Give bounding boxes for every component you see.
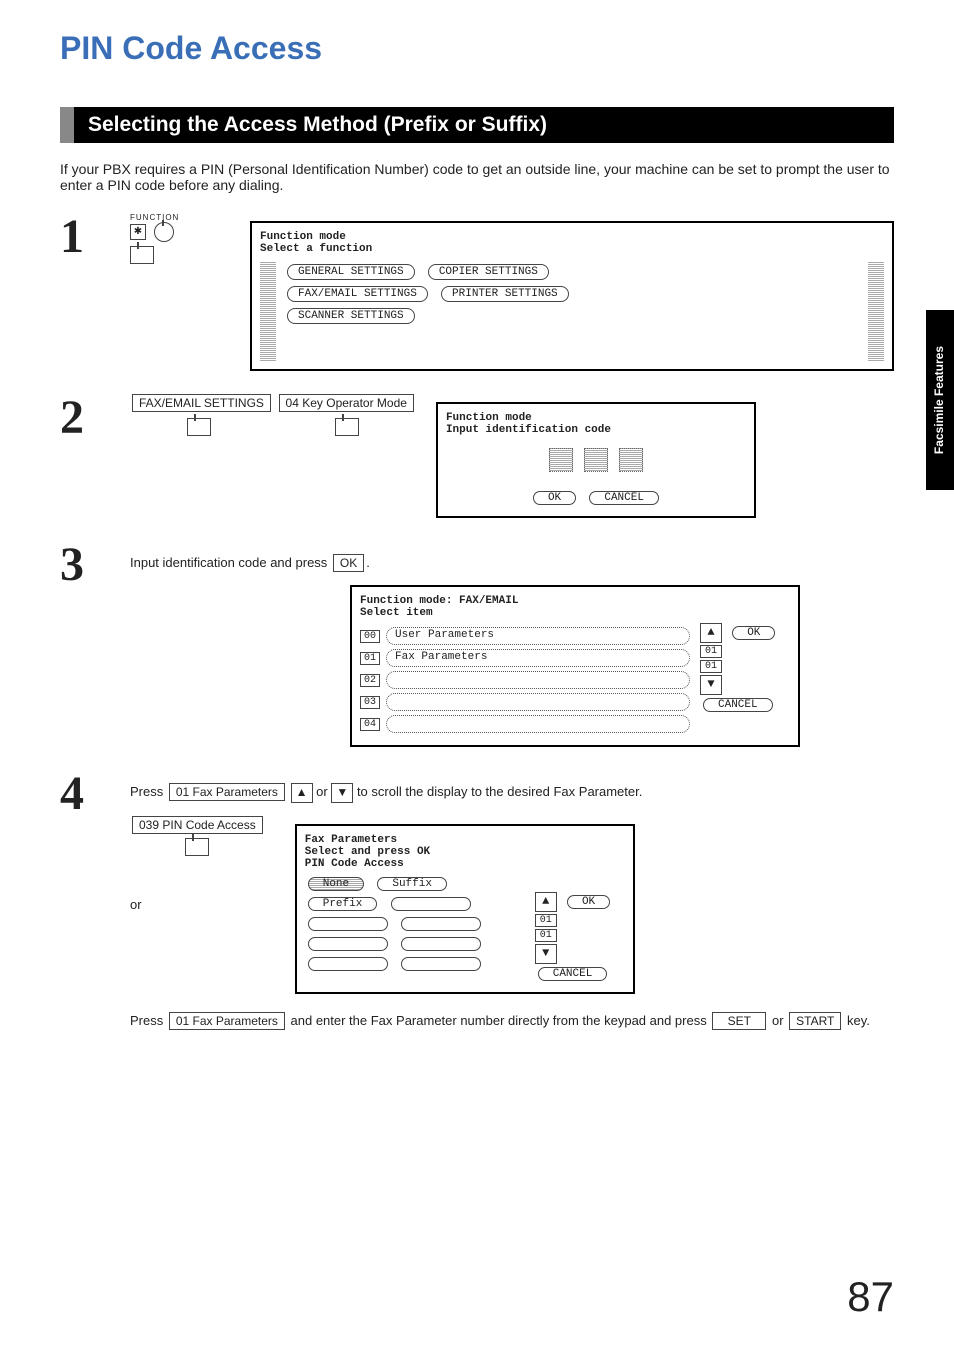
hatch-left <box>260 261 276 361</box>
item-04-label[interactable] <box>386 715 690 733</box>
cancel-button[interactable]: CANCEL <box>538 967 608 981</box>
scanner-settings-button[interactable]: SCANNER SETTINGS <box>287 308 415 324</box>
lcd2-title1: Function mode <box>446 412 746 424</box>
function-label: FUNCTION <box>130 213 250 222</box>
general-settings-button[interactable]: GENERAL SETTINGS <box>287 264 415 280</box>
cancel-button[interactable]: CANCEL <box>589 491 659 505</box>
code-digit[interactable] <box>549 448 573 472</box>
item-02[interactable]: 02 <box>360 674 380 687</box>
lcd-screen-4: Fax Parameters Select and press OK PIN C… <box>295 824 635 994</box>
s4e: Press <box>130 1013 167 1028</box>
press-icon <box>185 838 209 856</box>
s4d: to scroll the display to the desired Fax… <box>357 784 642 799</box>
step3-text-b: . <box>366 555 370 570</box>
item-00-label[interactable]: User Parameters <box>386 627 690 645</box>
option-blank[interactable] <box>401 957 481 971</box>
press-icon <box>130 246 154 264</box>
lcd-screen-3: Function mode: FAX/EMAIL Select item 00 U… <box>350 585 800 747</box>
lcd1-title2: Select a function <box>260 243 884 255</box>
start-key[interactable]: START <box>789 1012 841 1030</box>
faxemail-key[interactable]: FAX/EMAIL SETTINGS <box>132 394 271 412</box>
option-prefix[interactable]: Prefix <box>308 897 378 911</box>
lcd4-title1: Fax Parameters <box>305 834 625 846</box>
item-00[interactable]: 00 <box>360 630 380 643</box>
step3-text-a: Input identification code and press <box>130 555 331 570</box>
option-blank[interactable] <box>401 917 481 931</box>
set-key[interactable]: SET <box>712 1012 766 1030</box>
option-blank[interactable] <box>308 957 388 971</box>
step-number-3: 3 <box>60 541 130 589</box>
hatch-right <box>868 261 884 361</box>
item-01-label[interactable]: Fax Parameters <box>386 649 690 667</box>
option-blank[interactable] <box>308 937 388 951</box>
press-icon <box>187 418 211 436</box>
ok-button[interactable]: OK <box>533 491 576 505</box>
option-blank[interactable] <box>401 937 481 951</box>
item-03-label[interactable] <box>386 693 690 711</box>
scroll-pos: 01 <box>700 660 722 673</box>
item-04[interactable]: 04 <box>360 718 380 731</box>
asterisk-icon: ✱ <box>130 224 146 240</box>
option-suffix[interactable]: Suffix <box>377 877 447 891</box>
option-blank[interactable] <box>308 917 388 931</box>
fax-params-key[interactable]: 01 Fax Parameters <box>169 783 285 801</box>
side-tab-label: Facsimile Features <box>933 346 946 454</box>
pin-access-key[interactable]: 039 PIN Code Access <box>132 816 263 834</box>
step-number-4: 4 <box>60 770 130 818</box>
lcd1-title1: Function mode <box>260 231 884 243</box>
page-title: PIN Code Access <box>60 30 894 67</box>
ok-button[interactable]: OK <box>567 895 610 909</box>
lcd4-title3: PIN Code Access <box>305 858 625 870</box>
lcd3-title2: Select item <box>360 607 790 619</box>
scroll-down-icon[interactable]: ▼ <box>700 675 722 695</box>
lcd4-title2: Select and press OK <box>305 846 625 858</box>
scroll-up-icon[interactable]: ▲ <box>700 623 722 643</box>
item-02-label[interactable] <box>386 671 690 689</box>
press-icon <box>335 418 359 436</box>
intro-text: If your PBX requires a PIN (Personal Ide… <box>60 161 894 193</box>
page-number: 87 <box>847 1273 894 1321</box>
scroll-pos: 01 <box>535 914 557 927</box>
scroll-pos: 01 <box>535 929 557 942</box>
function-icon <box>154 222 174 242</box>
option-none[interactable]: None <box>308 877 364 891</box>
code-digit[interactable] <box>584 448 608 472</box>
side-tab: Facsimile Features <box>926 310 954 490</box>
section-heading: Selecting the Access Method (Prefix or S… <box>60 107 894 143</box>
step-number-1: 1 <box>60 213 130 261</box>
fax-params-key-2[interactable]: 01 Fax Parameters <box>169 1012 285 1030</box>
code-digit[interactable] <box>619 448 643 472</box>
item-01[interactable]: 01 <box>360 652 380 665</box>
item-03[interactable]: 03 <box>360 696 380 709</box>
printer-settings-button[interactable]: PRINTER SETTINGS <box>441 286 569 302</box>
ok-button[interactable]: OK <box>732 626 775 640</box>
scroll-pos: 01 <box>700 645 722 658</box>
up-arrow-icon[interactable]: ▲ <box>291 783 313 803</box>
lcd2-title2: Input identification code <box>446 424 746 436</box>
step-number-2: 2 <box>60 394 130 442</box>
scroll-up-icon[interactable]: ▲ <box>535 892 557 912</box>
lcd-screen-2: Function mode Input identification code … <box>436 402 756 518</box>
scroll-down-icon[interactable]: ▼ <box>535 944 557 964</box>
lcd-screen-1: Function mode Select a function GENERAL … <box>250 221 894 371</box>
option-blank[interactable] <box>391 897 471 911</box>
keyop-key[interactable]: 04 Key Operator Mode <box>279 394 414 412</box>
faxemail-settings-button[interactable]: FAX/EMAIL SETTINGS <box>287 286 428 302</box>
s4c: or <box>316 784 331 799</box>
down-arrow-icon[interactable]: ▼ <box>331 783 353 803</box>
cancel-button[interactable]: CANCEL <box>703 698 773 712</box>
lcd3-title1: Function mode: FAX/EMAIL <box>360 595 790 607</box>
s4f: and enter the Fax Parameter number direc… <box>291 1013 711 1028</box>
copier-settings-button[interactable]: COPIER SETTINGS <box>428 264 549 280</box>
s4a: Press <box>130 784 167 799</box>
s4g: or <box>772 1013 787 1028</box>
or-text: or <box>130 897 265 912</box>
ok-key[interactable]: OK <box>333 554 364 572</box>
s4h: key. <box>847 1013 870 1028</box>
